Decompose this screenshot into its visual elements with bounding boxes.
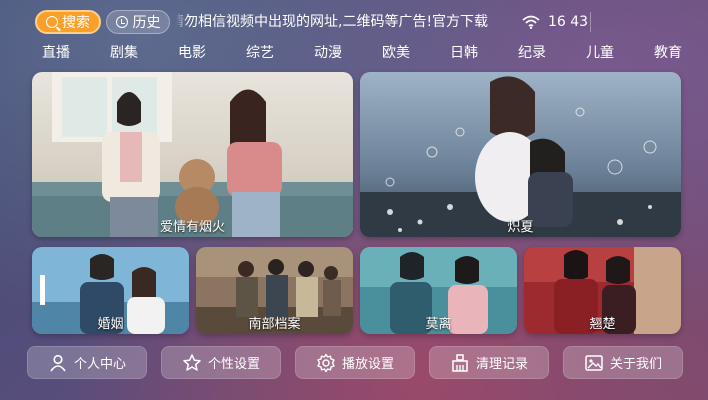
wifi-icon xyxy=(522,15,540,29)
small-card-4[interactable]: 翘楚 xyxy=(524,247,681,334)
star-icon xyxy=(183,353,201,371)
clear-history-label: 清理记录 xyxy=(475,357,528,372)
nav-item-movies[interactable]: 电影 xyxy=(178,42,206,64)
playback-settings-button[interactable]: 播放设置 xyxy=(295,346,415,379)
personalize-button[interactable]: 个性设置 xyxy=(161,346,281,379)
history-label: 历史 xyxy=(132,15,161,31)
notice-marquee: 请勿相信视频中出现的网址,二维码等广告!官方下载 xyxy=(176,10,514,34)
poster-image xyxy=(32,72,353,237)
nav-item-western[interactable]: 欧美 xyxy=(382,42,410,64)
nav-item-documentary[interactable]: 纪录 xyxy=(518,42,546,64)
featured-card-1[interactable]: 爱情有烟火 xyxy=(32,72,353,237)
gear-icon xyxy=(317,353,335,372)
user-icon xyxy=(50,354,66,371)
nav-item-education[interactable]: 教育 xyxy=(654,42,682,64)
status-divider xyxy=(590,12,591,32)
about-us-button[interactable]: 关于我们 xyxy=(563,346,683,379)
small-card-title: 翘楚 xyxy=(589,317,616,332)
nav-item-anime[interactable]: 动漫 xyxy=(314,42,342,64)
nav-item-kids[interactable]: 儿童 xyxy=(586,42,614,64)
image-info-icon xyxy=(585,354,603,371)
category-nav: 直播 剧集 电影 综艺 动漫 欧美 日韩 纪录 儿童 教育 xyxy=(42,42,682,64)
small-card-title: 莫离 xyxy=(425,317,452,332)
nav-item-series[interactable]: 剧集 xyxy=(110,42,138,64)
profile-label: 个人中心 xyxy=(73,357,126,372)
clock-time: 16 43 xyxy=(548,14,589,30)
top-bar: 搜索 历史 请勿相信视频中出现的网址,二维码等广告!官方下载 16 43 xyxy=(0,0,708,42)
poster-image xyxy=(360,72,681,237)
playback-settings-label: 播放设置 xyxy=(341,357,394,372)
broom-icon xyxy=(452,353,468,372)
small-card-1[interactable]: 婚姻 xyxy=(32,247,189,334)
small-card-title: 婚姻 xyxy=(97,317,124,332)
search-label: 搜索 xyxy=(62,15,90,31)
small-card-title: 南部档案 xyxy=(248,317,301,332)
featured-title: 炽夏 xyxy=(507,220,534,235)
status-area: 16 43 xyxy=(522,10,588,34)
featured-card-2[interactable]: 炽夏 xyxy=(360,72,681,237)
personalize-label: 个性设置 xyxy=(207,357,260,372)
search-button[interactable]: 搜索 xyxy=(35,10,101,34)
nav-item-variety[interactable]: 综艺 xyxy=(246,42,274,64)
small-card-3[interactable]: 莫离 xyxy=(360,247,517,334)
about-us-label: 关于我们 xyxy=(609,357,662,372)
clear-history-button[interactable]: 清理记录 xyxy=(429,346,549,379)
notice-text: 请勿相信视频中出现的网址,二维码等广告!官方下载 xyxy=(176,14,489,30)
search-icon xyxy=(46,16,58,28)
nav-item-japan-korea[interactable]: 日韩 xyxy=(450,42,478,64)
featured-title: 爱情有烟火 xyxy=(159,220,225,235)
nav-item-live[interactable]: 直播 xyxy=(42,42,70,64)
small-card-2[interactable]: 南部档案 xyxy=(196,247,353,334)
profile-button[interactable]: 个人中心 xyxy=(27,346,147,379)
history-button[interactable]: 历史 xyxy=(106,10,170,34)
clock-icon xyxy=(115,16,128,28)
